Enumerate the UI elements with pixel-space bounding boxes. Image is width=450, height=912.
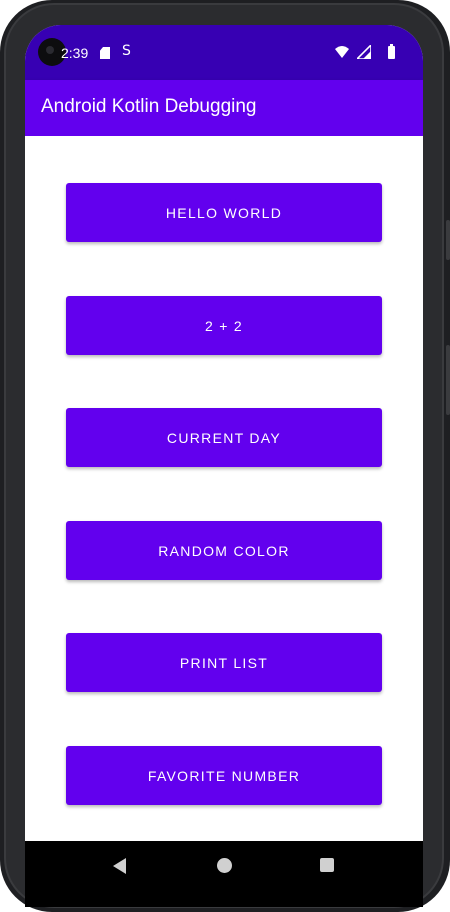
favorite-number-button[interactable]: FAVORITE NUMBER	[66, 746, 382, 805]
status-bar: 2:39 S	[25, 25, 423, 80]
sd-card-icon	[100, 47, 110, 59]
recents-icon[interactable]	[320, 858, 334, 872]
wifi-icon	[335, 46, 349, 58]
phone-frame: 2:39 S Android Kotlin Debugging HELLO WO…	[0, 0, 450, 912]
back-icon[interactable]	[113, 858, 126, 874]
volume-button	[446, 345, 450, 415]
hello-world-button[interactable]: HELLO WORLD	[66, 183, 382, 242]
status-time: 2:39	[61, 45, 89, 61]
main-content: HELLO WORLD 2 + 2 CURRENT DAY RANDOM COL…	[25, 136, 423, 841]
app-title: Android Kotlin Debugging	[41, 96, 257, 117]
power-button	[446, 220, 450, 260]
random-color-button[interactable]: RANDOM COLOR	[66, 521, 382, 580]
battery-icon	[388, 44, 395, 59]
two-plus-two-button[interactable]: 2 + 2	[66, 296, 382, 355]
print-list-button[interactable]: PRINT LIST	[66, 633, 382, 692]
current-day-button[interactable]: CURRENT DAY	[66, 408, 382, 467]
s-notification-icon: S	[122, 43, 131, 59]
app-bar: Android Kotlin Debugging	[25, 80, 423, 136]
screen: 2:39 S Android Kotlin Debugging HELLO WO…	[25, 25, 423, 907]
signal-icon	[357, 45, 371, 59]
navigation-bar	[25, 841, 423, 907]
home-icon[interactable]	[217, 858, 232, 873]
